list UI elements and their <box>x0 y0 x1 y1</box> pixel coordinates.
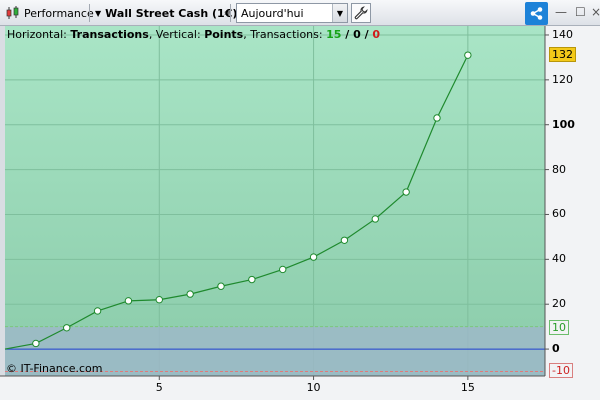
horizontal-value: Transactions <box>70 28 149 41</box>
data-point <box>93 307 102 315</box>
vertical-label: , Vertical: <box>148 28 205 41</box>
separator: / <box>360 28 373 41</box>
horizontal-label: Horizontal: <box>7 28 71 41</box>
upper-band-badge: 10 <box>549 320 569 335</box>
y-tick-label: 40 <box>552 252 566 266</box>
y-tick-label: 20 <box>552 297 566 311</box>
x-tick-label: 15 <box>460 381 475 394</box>
data-point <box>309 253 318 261</box>
data-point <box>186 290 194 298</box>
data-point <box>155 296 163 304</box>
data-point <box>371 215 379 223</box>
separator: / <box>341 28 354 41</box>
data-point <box>433 114 441 122</box>
data-point <box>340 236 349 244</box>
copyright-text: © IT-Finance.com <box>6 362 103 375</box>
chart-header: Horizontal: Transactions, Vertical: Poin… <box>7 28 380 41</box>
x-tick-label: 10 <box>306 381 321 394</box>
data-point <box>402 188 410 196</box>
data-point <box>217 282 225 290</box>
y-tick-label: 80 <box>552 162 566 176</box>
x-tick-label: 5 <box>155 381 163 394</box>
transactions-loss-count: 0 <box>372 28 381 41</box>
vertical-value: Points <box>204 28 244 41</box>
data-point <box>124 297 133 305</box>
data-point <box>63 324 71 332</box>
y-tick-label: 100 <box>552 117 575 131</box>
y-tick-label: 60 <box>552 207 566 221</box>
data-point <box>279 265 287 274</box>
transactions-win-count: 15 <box>326 28 342 41</box>
current-value-badge: 132 <box>549 47 576 62</box>
performance-chart <box>0 26 549 380</box>
transactions-label: , Transactions: <box>243 28 327 41</box>
data-point <box>32 339 40 348</box>
y-tick-label: 120 <box>552 72 573 86</box>
data-point <box>248 275 256 284</box>
y-tick-label: 140 <box>552 27 573 41</box>
transactions-neutral-count: 0 <box>353 28 361 41</box>
data-point <box>464 51 472 59</box>
lower-band-badge: -10 <box>549 363 573 378</box>
y-tick-label: 0 <box>552 342 560 356</box>
series-line <box>4 54 469 350</box>
